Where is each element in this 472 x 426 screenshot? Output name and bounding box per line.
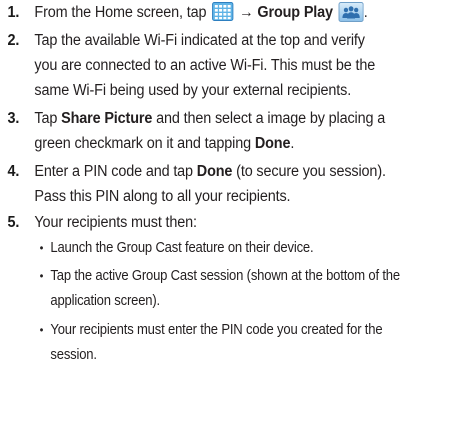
bullet-line: Tap the active Group Cast session (shown…: [50, 268, 400, 284]
step-1-end: .: [363, 4, 368, 21]
step-4-text: Enter a PIN code and tap: [34, 163, 197, 180]
done-label: Done: [196, 163, 233, 180]
arrow: →: [239, 4, 254, 21]
step-4-line: Enter a PIN code and tap Done (to secure…: [34, 159, 471, 184]
bullet-glyph: •: [39, 323, 44, 337]
step-3-text: and then select a image by placing a: [152, 110, 386, 127]
step-1-line: From the Home screen, tap → Group Play .: [34, 0, 471, 25]
step-3-line: green checkmark on it and tapping Done.: [34, 131, 471, 156]
step-2-line: same Wi-Fi being used by your external r…: [34, 82, 352, 99]
step-4-text: (to secure you session).: [232, 163, 386, 180]
step-number: 2.: [7, 32, 20, 49]
step-3-text: green checkmark on it and tapping: [34, 135, 255, 152]
bullet-glyph: •: [39, 241, 44, 255]
step-1: 1. From the Home screen, tap → Group Pla…: [0, 0, 439, 25]
group-play-label: Group Play: [257, 4, 333, 21]
bullet-line: application screen).: [50, 293, 160, 309]
bullet-line: session.: [50, 347, 97, 363]
apps-grid-icon: [212, 2, 234, 21]
bullet-item: • Tap the active Group Cast session (sho…: [0, 264, 450, 314]
step-3: 3. Tap Share Picture and then select a i…: [0, 106, 439, 156]
step-3-text: .: [290, 135, 295, 152]
done-label: Done: [254, 135, 291, 152]
step-2-line: you are connected to an active Wi-Fi. Th…: [34, 57, 376, 74]
bullet-line: Your recipients must enter the PIN code …: [50, 322, 383, 338]
step-4: 4. Enter a PIN code and tap Done (to sec…: [0, 159, 439, 209]
bullet-item: • Your recipients must enter the PIN cod…: [0, 318, 450, 368]
step-3-line: Tap Share Picture and then select a imag…: [34, 106, 471, 131]
step-number: 1.: [7, 4, 20, 21]
step-3-text: Tap: [34, 110, 62, 127]
bullet-glyph: •: [39, 269, 44, 283]
step-5: 5. Your recipients must then:: [0, 210, 439, 235]
step-5-line: Your recipients must then:: [34, 214, 197, 231]
group-play-icon: [338, 2, 364, 22]
bullet-line: Launch the Group Cast feature on their d…: [50, 240, 314, 256]
bullet-item: • Launch the Group Cast feature on their…: [0, 236, 450, 261]
step-2: 2. Tap the available Wi-Fi indicated at …: [0, 28, 439, 103]
step-4-line: Pass this PIN along to all your recipien…: [34, 188, 291, 205]
step-number: 3.: [7, 110, 20, 127]
step-1-text: From the Home screen, tap: [34, 4, 207, 21]
instruction-list: 1. From the Home screen, tap → Group Pla…: [0, 0, 472, 426]
step-number: 4.: [7, 163, 20, 180]
step-number: 5.: [7, 214, 20, 231]
share-picture-label: Share Picture: [61, 110, 153, 127]
step-2-line: Tap the available Wi-Fi indicated at the…: [34, 32, 365, 49]
